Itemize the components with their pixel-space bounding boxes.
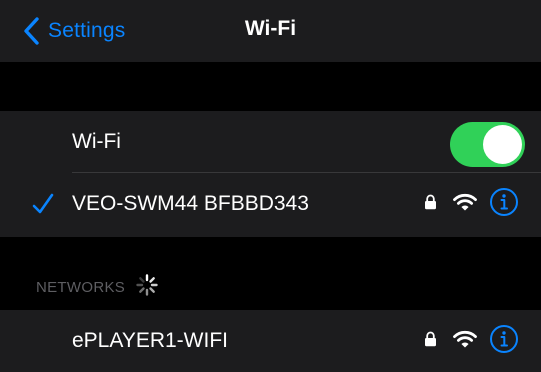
network-name: ePLAYER1-WIFI xyxy=(72,329,228,352)
wifi-signal-icon xyxy=(453,193,477,216)
checkmark-icon xyxy=(32,192,54,221)
network-icons xyxy=(424,310,519,372)
info-icon[interactable] xyxy=(489,324,519,359)
networks-section-header: NETWORKS xyxy=(36,273,159,302)
lock-icon xyxy=(424,331,437,352)
connected-network-name: VEO-SWM44 BFBBD343 xyxy=(72,192,309,215)
connected-network-icons xyxy=(424,173,519,235)
toggle-knob xyxy=(483,125,522,164)
loading-spinner-icon xyxy=(135,273,159,302)
wifi-signal-icon xyxy=(453,330,477,353)
networks-header-label: NETWORKS xyxy=(36,278,126,296)
page-title: Wi-Fi xyxy=(244,17,297,40)
info-icon[interactable] xyxy=(489,187,519,222)
wifi-toggle-switch[interactable] xyxy=(450,122,525,167)
navigation-bar: Settings Wi-Fi xyxy=(0,0,541,62)
lock-icon xyxy=(424,194,437,215)
wifi-toggle-label: Wi-Fi xyxy=(72,130,121,153)
